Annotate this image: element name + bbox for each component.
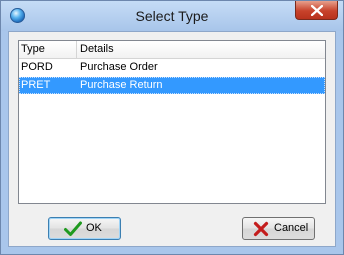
list-row-pord[interactable]: PORD Purchase Order [19,59,325,76]
dialog-body: Type Details PORD Purchase Order PRET Pu… [8,31,336,247]
row-details: Purchase Return [80,79,163,91]
dialog-title: Select Type [135,8,209,24]
column-header-details[interactable]: Details [77,41,325,58]
ok-button[interactable]: OK [48,217,121,240]
column-header-type[interactable]: Type [19,41,77,58]
cancel-button-label: Cancel [274,222,309,234]
x-icon [253,221,269,237]
ok-button-label: OK [86,222,102,234]
row-details: Purchase Order [80,61,158,73]
type-list[interactable]: Type Details PORD Purchase Order PRET Pu… [18,40,326,204]
title-bar[interactable]: Select Type [1,1,343,31]
close-icon [311,5,323,16]
close-button[interactable] [295,1,338,20]
row-type: PORD [21,61,53,73]
list-row-pret[interactable]: PRET Purchase Return [19,77,325,94]
cancel-button[interactable]: Cancel [242,217,315,240]
list-header: Type Details [19,41,325,59]
row-type: PRET [21,79,51,91]
checkmark-icon [64,221,82,236]
select-type-dialog: Select Type Type Details PORD Purchase O… [0,0,344,255]
